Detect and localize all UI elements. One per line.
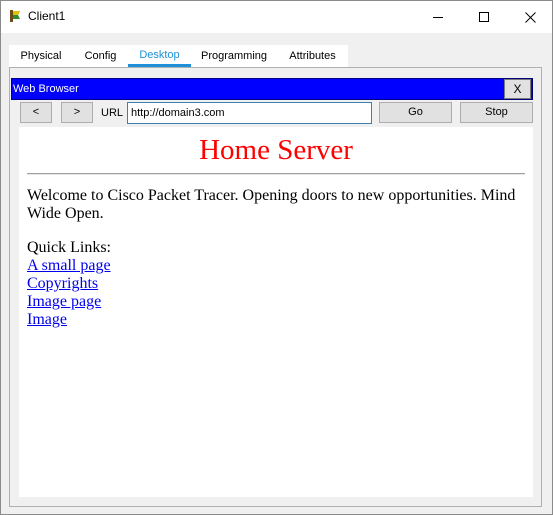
- link-image-page[interactable]: Image page: [27, 293, 101, 311]
- browser-page-view: Home Server Welcome to Cisco Packet Trac…: [19, 127, 533, 497]
- maximize-button[interactable]: [461, 1, 507, 33]
- link-image[interactable]: Image: [27, 311, 67, 329]
- title-bar[interactable]: Client1: [1, 1, 552, 33]
- window-title: Client1: [28, 9, 66, 23]
- close-window-button[interactable]: [507, 1, 553, 33]
- web-browser-title: Web Browser: [13, 83, 79, 95]
- link-small-page[interactable]: A small page: [27, 257, 111, 275]
- welcome-text: Welcome to Cisco Packet Tracer. Opening …: [27, 187, 516, 222]
- back-button[interactable]: <: [20, 102, 52, 123]
- packet-tracer-app-icon: [10, 10, 20, 22]
- close-icon: [524, 11, 536, 23]
- link-copyrights[interactable]: Copyrights: [27, 275, 98, 293]
- tab-programming[interactable]: Programming: [191, 45, 277, 67]
- maximize-icon: [479, 12, 489, 22]
- close-browser-button[interactable]: X: [504, 79, 531, 99]
- tab-attributes[interactable]: Attributes: [277, 45, 348, 67]
- minimize-icon: [433, 17, 443, 18]
- stop-button[interactable]: Stop: [460, 102, 533, 123]
- tab-config[interactable]: Config: [73, 45, 128, 67]
- tab-desktop[interactable]: Desktop: [128, 45, 191, 67]
- tab-bar: Physical Config Desktop Programming Attr…: [1, 33, 552, 67]
- page-heading: Home Server: [199, 134, 353, 166]
- go-button[interactable]: Go: [379, 102, 452, 123]
- quick-links-label: Quick Links:: [27, 239, 111, 256]
- minimize-button[interactable]: [415, 1, 461, 33]
- url-input[interactable]: http://domain3.com: [127, 102, 372, 124]
- web-browser-titlebar: Web Browser X: [11, 78, 533, 100]
- tab-physical[interactable]: Physical: [9, 45, 73, 67]
- page-divider: [27, 173, 525, 175]
- forward-button[interactable]: >: [61, 102, 93, 123]
- app-window: Client1 Physical Config Desktop Programm…: [0, 0, 553, 515]
- url-label: URL: [101, 107, 124, 119]
